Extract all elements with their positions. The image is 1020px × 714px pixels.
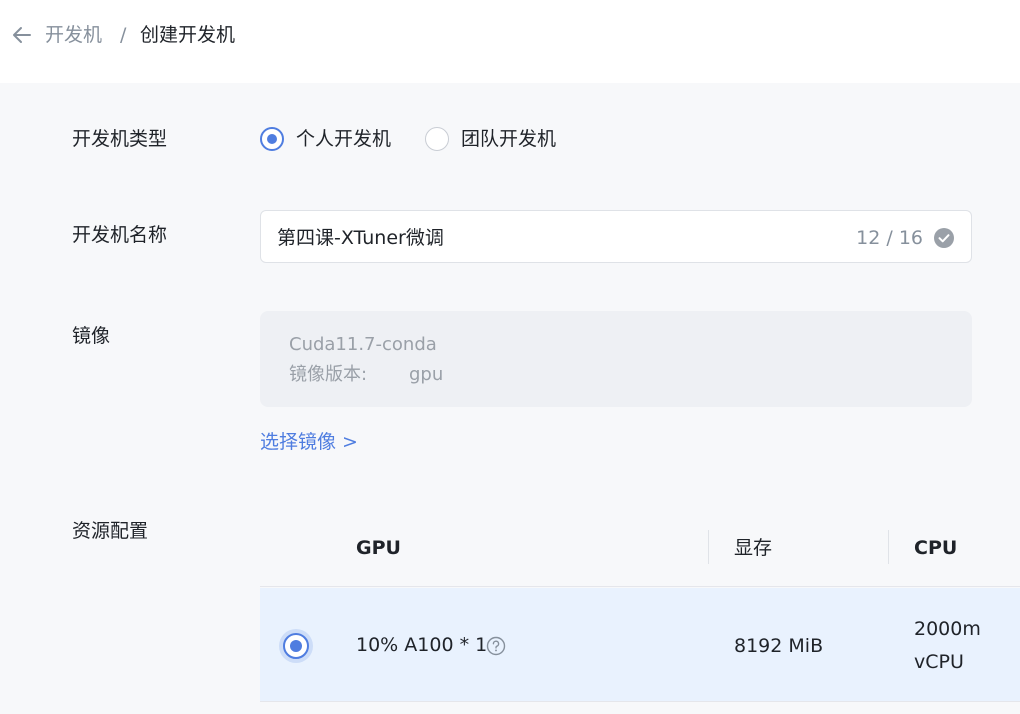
image-name: Cuda11.7-conda — [289, 334, 437, 355]
column-header-gpu: GPU — [356, 537, 401, 559]
image-info-box: Cuda11.7-conda 镜像版本: gpu — [260, 311, 972, 407]
cell-cpu-value: 2000m — [914, 618, 981, 640]
breadcrumb-parent-link[interactable]: 开发机 — [45, 22, 102, 48]
column-divider — [888, 530, 889, 564]
column-divider — [708, 530, 709, 564]
radio-team[interactable] — [425, 127, 449, 151]
table-header: GPU 显存 CPU — [260, 508, 1020, 587]
row-select-radio[interactable] — [283, 633, 309, 659]
name-input-value[interactable]: 第四课-XTuner微调 — [277, 225, 444, 251]
image-label: 镜像 — [72, 325, 111, 347]
name-label: 开发机名称 — [72, 224, 168, 246]
column-header-memory: 显存 — [734, 537, 773, 559]
cell-memory: 8192 MiB — [734, 635, 824, 657]
radio-personal-label[interactable]: 个人开发机 — [296, 126, 391, 152]
cell-cpu-unit: vCPU — [914, 651, 964, 673]
radio-team-label[interactable]: 团队开发机 — [461, 126, 556, 152]
cell-gpu: 10% A100 * 1 — [356, 634, 488, 656]
name-input[interactable]: 第四课-XTuner微调 12 / 16 — [260, 210, 972, 263]
page-title: 创建开发机 — [140, 24, 236, 46]
select-image-link[interactable]: 选择镜像 > — [260, 429, 358, 455]
arrow-left-icon[interactable] — [12, 24, 32, 46]
image-version-label: 镜像版本: — [289, 364, 368, 385]
table-row[interactable]: 10% A100 * 1 8192 MiB 2000m vCPU — [260, 588, 1020, 702]
page-header: 开发机 / 创建开发机 — [0, 0, 1020, 83]
type-label: 开发机类型 — [72, 128, 168, 150]
resource-label: 资源配置 — [72, 520, 149, 542]
name-char-count: 12 / 16 — [856, 227, 923, 249]
question-circle-icon[interactable] — [486, 636, 506, 656]
column-header-cpu: CPU — [914, 537, 958, 559]
image-version-value: gpu — [409, 364, 444, 385]
check-circle-icon — [933, 227, 955, 249]
radio-personal[interactable] — [260, 127, 284, 151]
breadcrumb-separator: / — [120, 24, 127, 46]
